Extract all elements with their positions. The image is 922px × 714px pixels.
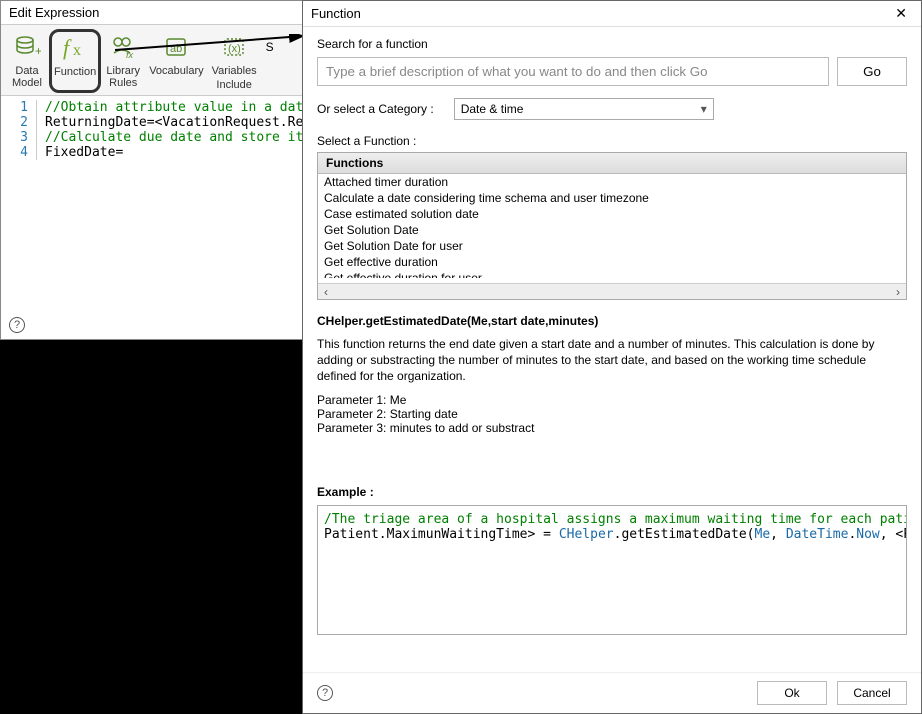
function-item[interactable]: Get Solution Date for user: [318, 238, 906, 254]
chevron-down-icon: ▾: [701, 102, 707, 116]
category-select[interactable]: Date & time ▾: [454, 98, 714, 120]
help-icon[interactable]: ?: [317, 685, 333, 701]
ribbon-sublabel: Rules: [109, 77, 137, 89]
svg-text:x: x: [73, 42, 81, 59]
ok-button[interactable]: Ok: [757, 681, 827, 705]
include-label: Include: [216, 79, 251, 91]
category-label: Or select a Category :: [317, 102, 434, 116]
horizontal-scrollbar[interactable]: ‹ ›: [318, 283, 906, 299]
ribbon-more[interactable]: S: [261, 29, 279, 93]
search-label: Search for a function: [317, 37, 907, 51]
function-list-header: Functions: [318, 153, 906, 174]
category-selected: Date & time: [461, 102, 524, 116]
dialog-footer: ? Ok Cancel: [303, 672, 921, 713]
svg-text:ab: ab: [170, 43, 182, 55]
svg-text:f: f: [63, 35, 72, 60]
ribbon: + Data Model fx Function fx Library Rule…: [1, 25, 319, 96]
ribbon-label: Data: [15, 65, 38, 77]
ribbon-label: Vocabulary: [149, 65, 203, 77]
edit-expression-window: Edit Expression + Data Model fx Function…: [0, 0, 320, 340]
function-item[interactable]: Get effective duration: [318, 254, 906, 270]
select-function-label: Select a Function :: [317, 134, 907, 148]
function-description: This function returns the end date given…: [317, 336, 907, 385]
help-icon[interactable]: ?: [9, 317, 25, 333]
code-line: 3//Calculate due date and store it: [1, 130, 319, 145]
code-line: 1//Obtain attribute value in a date: [1, 100, 319, 115]
ribbon-label: Library: [106, 65, 140, 77]
svg-text:(x): (x): [228, 43, 241, 55]
function-item[interactable]: Attached timer duration: [318, 174, 906, 190]
scroll-right-icon[interactable]: ›: [892, 285, 904, 299]
edit-expression-title: Edit Expression: [1, 1, 319, 25]
code-line: 4FixedDate=: [1, 145, 319, 160]
fx-icon: fx: [59, 32, 91, 64]
close-icon[interactable]: ✕: [889, 5, 913, 22]
ribbon-label: Function: [54, 66, 96, 78]
function-item[interactable]: Get Solution Date: [318, 222, 906, 238]
svg-text:+: +: [35, 44, 41, 58]
ribbon-vocabulary[interactable]: ab Vocabulary: [145, 29, 207, 93]
svg-text:fx: fx: [126, 50, 134, 60]
library-icon: fx: [107, 31, 139, 63]
ribbon-library-rules[interactable]: fx Library Rules: [101, 29, 145, 93]
function-list: Functions Attached timer duration Calcul…: [317, 152, 907, 300]
ribbon-data-model[interactable]: + Data Model: [5, 29, 49, 93]
example-box[interactable]: /The triage area of a hospital assigns a…: [317, 505, 907, 635]
cancel-button[interactable]: Cancel: [837, 681, 907, 705]
param-line: Parameter 2: Starting date: [317, 407, 907, 421]
more-icon: S: [265, 31, 275, 63]
function-item[interactable]: Case estimated solution date: [318, 206, 906, 222]
function-dialog-title: Function: [311, 6, 361, 21]
go-button[interactable]: Go: [837, 57, 907, 86]
code-line: 2ReturningDate=<VacationRequest.Ret: [1, 115, 319, 130]
ribbon-label: Variables: [212, 65, 257, 77]
variables-icon: (x): [218, 31, 250, 63]
function-dialog: Function ✕ Search for a function Go Or s…: [302, 0, 922, 714]
example-label: Example :: [317, 485, 907, 499]
function-list-items[interactable]: Attached timer duration Calculate a date…: [318, 174, 906, 278]
function-item[interactable]: Calculate a date considering time schema…: [318, 190, 906, 206]
ribbon-sublabel: Model: [12, 77, 42, 89]
function-params: Parameter 1: Me Parameter 2: Starting da…: [317, 393, 907, 435]
ribbon-variables[interactable]: (x) Variables Include: [208, 29, 261, 93]
param-line: Parameter 3: minutes to add or substract: [317, 421, 907, 435]
search-input[interactable]: [317, 57, 829, 86]
database-icon: +: [11, 31, 43, 63]
function-item[interactable]: Get effective duration for user: [318, 270, 906, 278]
code-editor[interactable]: 1//Obtain attribute value in a date 2Ret…: [1, 96, 319, 164]
param-line: Parameter 1: Me: [317, 393, 907, 407]
ribbon-function[interactable]: fx Function: [49, 29, 101, 93]
vocabulary-icon: ab: [160, 31, 192, 63]
function-title-bar: Function ✕: [303, 1, 921, 27]
scroll-left-icon[interactable]: ‹: [320, 285, 332, 299]
function-signature: CHelper.getEstimatedDate(Me,start date,m…: [317, 314, 907, 328]
